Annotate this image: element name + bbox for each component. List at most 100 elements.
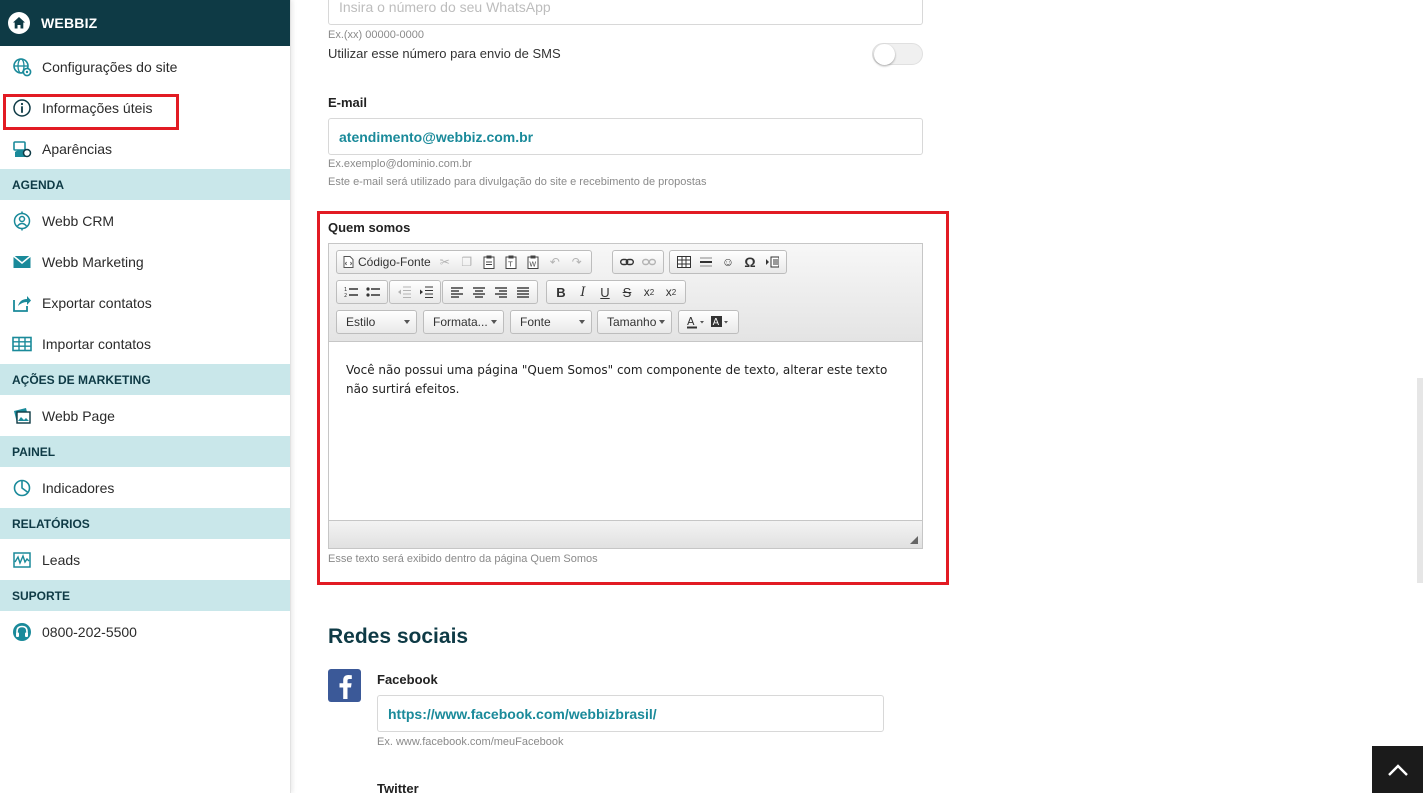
brand-bar[interactable]: WEBBIZ	[0, 0, 290, 46]
source-button-label: Código-Fonte	[358, 255, 431, 269]
paste-text-icon[interactable]: T	[500, 252, 522, 272]
email-label: E-mail	[328, 95, 368, 110]
svg-text:A: A	[687, 315, 695, 328]
sidebar-item-label: Indicadores	[42, 479, 115, 496]
sidebar-item-label: Informações úteis	[42, 99, 153, 116]
indent-icon[interactable]	[415, 282, 437, 302]
align-justify-icon[interactable]	[512, 282, 534, 302]
smiley-icon[interactable]: ☺	[717, 252, 739, 272]
section-acoes-marketing: AÇÕES DE MARKETING	[0, 364, 290, 395]
sidebar-item-telefone[interactable]: 0800-202-5500	[0, 611, 290, 652]
whatsapp-input[interactable]: Insira o número do seu WhatsApp	[328, 0, 923, 25]
style-select[interactable]: Estilo	[336, 310, 417, 334]
sidebar-item-webb-crm[interactable]: Webb CRM	[0, 200, 290, 241]
sidebar-item-exportar[interactable]: Exportar contatos	[0, 282, 290, 323]
editor-content[interactable]: Você não possui uma página "Quem Somos" …	[329, 343, 922, 521]
facebook-icon	[328, 669, 361, 702]
text-color-icon[interactable]: A	[684, 312, 708, 332]
scroll-to-top-button[interactable]	[1372, 746, 1423, 793]
bold-icon[interactable]: B	[550, 282, 572, 302]
section-painel: PAINEL	[0, 436, 290, 467]
subscript-icon[interactable]: x2	[638, 282, 660, 302]
globe-gear-icon	[12, 57, 32, 77]
svg-text:T: T	[507, 261, 513, 269]
format-select[interactable]: Formata...	[423, 310, 504, 334]
table-insert-icon[interactable]	[673, 252, 695, 272]
mail-icon	[12, 252, 32, 272]
toggle-knob	[874, 44, 895, 65]
strikethrough-icon[interactable]: S	[616, 282, 638, 302]
resize-grip-icon[interactable]	[910, 536, 918, 544]
outdent-icon[interactable]	[393, 282, 415, 302]
page-break-icon[interactable]	[761, 252, 783, 272]
undo-icon[interactable]: ↶	[544, 252, 566, 272]
toolbar-group-source: Código-Fonte ✂ ❐ T W ↶ ↷	[336, 250, 592, 274]
sms-toggle[interactable]	[872, 43, 923, 65]
toolbar-group-format: B I U S x2 x2	[546, 280, 686, 304]
chevron-down-icon	[491, 320, 497, 324]
sidebar-item-informacoes[interactable]: Informações úteis	[0, 87, 290, 128]
rich-text-editor: Código-Fonte ✂ ❐ T W ↶ ↷ ☺ Ω 1 2 B I U S…	[328, 243, 923, 549]
sidebar-item-aparencias[interactable]: Aparências	[0, 128, 290, 169]
email-hint-usage: Este e-mail será utilizado para divulgaç…	[328, 176, 707, 188]
editor-footer	[329, 520, 922, 548]
size-select-label: Tamanho	[607, 315, 657, 329]
align-right-icon[interactable]	[490, 282, 512, 302]
crm-icon	[12, 211, 32, 231]
chevron-down-icon	[404, 320, 410, 324]
align-center-icon[interactable]	[468, 282, 490, 302]
bullet-list-icon[interactable]	[362, 282, 384, 302]
paste-word-icon[interactable]: W	[522, 252, 544, 272]
sidebar-item-label: Aparências	[42, 140, 113, 157]
wave-chart-icon	[12, 550, 32, 570]
paste-icon[interactable]	[478, 252, 500, 272]
superscript-icon[interactable]: x2	[660, 282, 682, 302]
social-heading: Redes sociais	[328, 625, 469, 648]
sidebar-item-leads[interactable]: Leads	[0, 539, 290, 580]
unlink-icon[interactable]	[638, 252, 660, 272]
export-icon	[12, 293, 32, 313]
underline-icon[interactable]: U	[594, 282, 616, 302]
email-value: atendimento@webbiz.com.br	[339, 128, 534, 145]
cut-icon[interactable]: ✂	[434, 252, 456, 272]
sidebar-item-label: Webb Marketing	[42, 253, 144, 270]
pie-icon	[12, 478, 32, 498]
special-char-icon[interactable]: Ω	[739, 252, 761, 272]
numbered-list-icon[interactable]: 12	[340, 282, 362, 302]
facebook-input[interactable]: https://www.facebook.com/webbizbrasil/	[377, 695, 884, 732]
twitter-icon	[328, 778, 361, 793]
sidebar-item-label: 0800-202-5500	[42, 623, 137, 640]
sidebar-item-label: Webb Page	[42, 407, 115, 424]
svg-text:W: W	[529, 261, 536, 269]
size-select[interactable]: Tamanho	[597, 310, 672, 334]
paint-icon	[12, 139, 32, 159]
link-icon[interactable]	[616, 252, 638, 272]
toolbar-group-lists: 12	[336, 280, 388, 304]
redo-icon[interactable]: ↷	[566, 252, 588, 272]
table-icon	[12, 334, 32, 354]
copy-icon[interactable]: ❐	[456, 252, 478, 272]
source-button[interactable]: Código-Fonte	[340, 252, 434, 272]
align-left-icon[interactable]	[446, 282, 468, 302]
toolbar-group-indent	[389, 280, 441, 304]
horizontal-rule-icon[interactable]	[695, 252, 717, 272]
sidebar-item-configuracoes[interactable]: Configurações do site	[0, 46, 290, 87]
email-input[interactable]: atendimento@webbiz.com.br	[328, 118, 923, 155]
sidebar-item-importar[interactable]: Importar contatos	[0, 323, 290, 364]
chevron-down-icon	[659, 320, 665, 324]
sidebar-item-webb-marketing[interactable]: Webb Marketing	[0, 241, 290, 282]
about-label: Quem somos	[328, 220, 411, 235]
italic-icon[interactable]: I	[572, 282, 594, 302]
main-content: Insira o número do seu WhatsApp Ex.(xx) …	[292, 0, 1423, 793]
sidebar-item-label: Webb CRM	[42, 212, 115, 229]
background-color-icon[interactable]: A	[708, 312, 732, 332]
sidebar-item-indicadores[interactable]: Indicadores	[0, 467, 290, 508]
brand-title: WEBBIZ	[41, 15, 98, 31]
twitter-label: Twitter	[377, 781, 419, 793]
scrollbar[interactable]	[1417, 378, 1423, 583]
sidebar-item-label: Leads	[42, 551, 81, 568]
sidebar-item-webb-page[interactable]: Webb Page	[0, 395, 290, 436]
font-select[interactable]: Fonte	[510, 310, 592, 334]
source-icon	[343, 256, 354, 268]
section-suporte: SUPORTE	[0, 580, 290, 611]
